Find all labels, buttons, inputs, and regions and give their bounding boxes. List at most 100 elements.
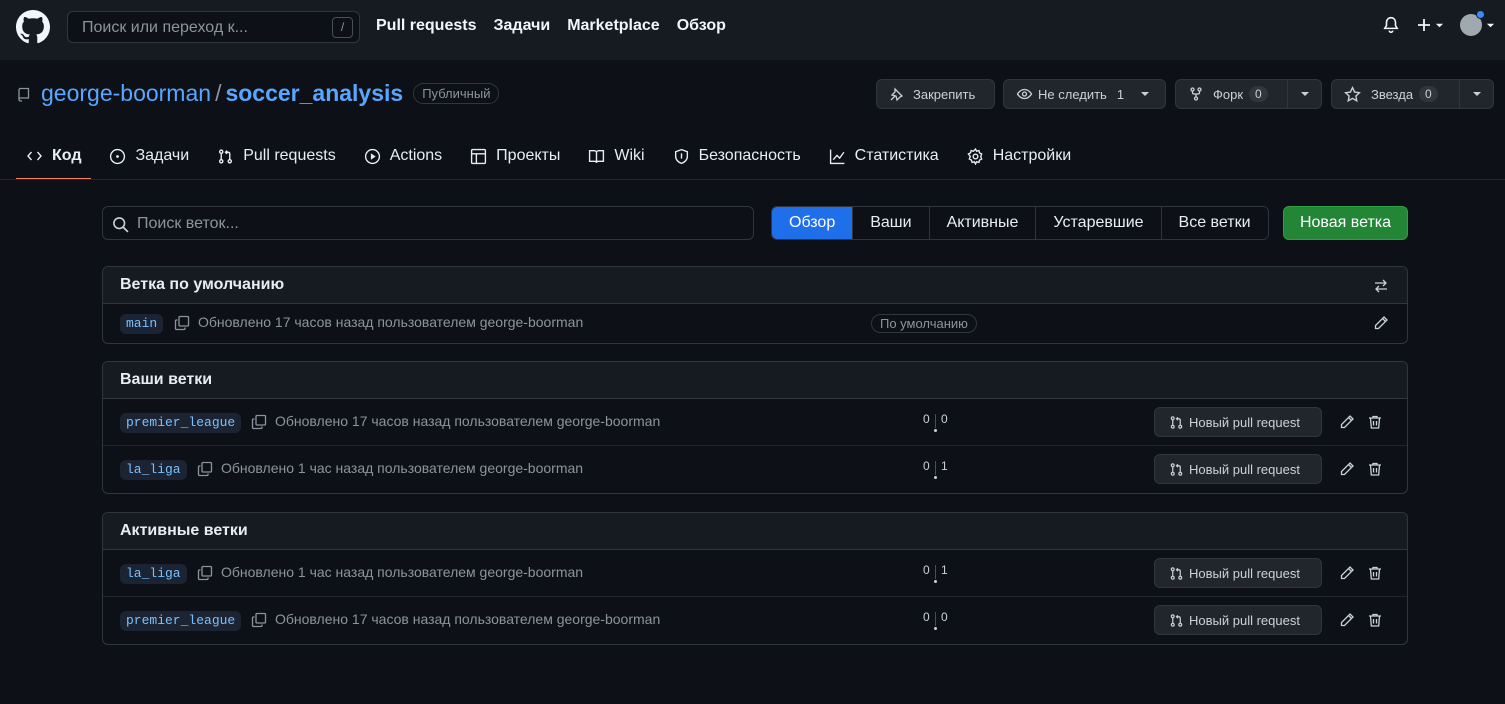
branch-row: la_liga Обновлено 1 час назад пользовате…: [103, 446, 1407, 493]
behind-count: 0: [923, 563, 930, 577]
branch-search-placeholder: Поиск веток...: [137, 215, 239, 232]
nav-issues[interactable]: Задачи: [493, 17, 550, 35]
tab-actions[interactable]: Actions: [354, 132, 452, 180]
branch-row: premier_league Обновлено 17 часов назад …: [103, 597, 1407, 644]
nav-marketplace[interactable]: Marketplace: [567, 17, 660, 35]
copy-icon[interactable]: [251, 612, 267, 628]
ahead-count: 0: [941, 412, 948, 426]
tab-issues[interactable]: Задачи: [99, 132, 199, 180]
branch-row: la_liga Обновлено 1 час назад пользовате…: [103, 550, 1407, 597]
new-pull-request-button[interactable]: Новый pull request: [1154, 605, 1322, 635]
trash-icon[interactable]: [1367, 565, 1383, 581]
ahead-count: 0: [941, 610, 948, 624]
create-new-menu[interactable]: [1416, 17, 1444, 33]
star-button[interactable]: Звезда 0: [1331, 79, 1494, 109]
branch-updated: Обновлено 17 часов назад пользователем g…: [275, 413, 661, 429]
trash-icon[interactable]: [1367, 612, 1383, 628]
watch-count: 1: [1116, 86, 1125, 102]
search-shortcut-key: /: [332, 17, 353, 38]
ahead-behind-divider: [935, 565, 936, 579]
filter-yours[interactable]: Ваши: [853, 207, 930, 239]
filter-overview[interactable]: Обзор: [772, 207, 854, 239]
tab-insights[interactable]: Статистика: [819, 132, 949, 180]
caret-down-icon: [1300, 92, 1309, 96]
branch-search-input[interactable]: Поиск веток...: [102, 206, 754, 240]
pin-button[interactable]: Закрепить: [876, 79, 995, 109]
table-icon: [471, 148, 487, 164]
repo-name-link[interactable]: soccer_analysis: [225, 80, 403, 107]
pencil-icon[interactable]: [1339, 461, 1355, 477]
ahead-behind-marker: [934, 580, 937, 583]
tab-projects[interactable]: Проекты: [460, 132, 570, 180]
tab-code[interactable]: Код: [16, 132, 92, 180]
branch-name[interactable]: premier_league: [120, 413, 242, 433]
pull-request-icon: [219, 148, 233, 164]
tab-security[interactable]: Безопасность: [663, 132, 811, 180]
ahead-behind: 0 1: [921, 459, 951, 481]
fork-dropdown[interactable]: [1287, 80, 1321, 108]
branch-filter-tabs: Обзор Ваши Активные Устаревшие Все ветки: [771, 206, 1269, 240]
filter-all[interactable]: Все ветки: [1161, 207, 1268, 239]
new-pull-request-label: Новый pull request: [1189, 565, 1300, 581]
branch-name[interactable]: main: [120, 314, 164, 334]
new-branch-button[interactable]: Новая ветка: [1283, 206, 1408, 240]
copy-icon[interactable]: [197, 565, 213, 581]
new-pull-request-button[interactable]: Новый pull request: [1154, 407, 1322, 437]
ahead-count: 1: [941, 459, 948, 473]
repo-separator: /: [215, 80, 222, 106]
pencil-icon[interactable]: [1373, 315, 1389, 331]
pencil-icon[interactable]: [1339, 414, 1355, 430]
new-pull-request-label: Новый pull request: [1189, 414, 1300, 430]
nav-divider: [0, 179, 1505, 180]
tab-settings[interactable]: Настройки: [957, 132, 1081, 180]
nav-explore[interactable]: Обзор: [677, 17, 726, 35]
filter-active[interactable]: Активные: [929, 207, 1037, 239]
new-pull-request-button[interactable]: Новый pull request: [1154, 558, 1322, 588]
eye-icon: [1016, 88, 1033, 100]
tab-pull-requests[interactable]: Pull requests: [207, 132, 346, 180]
fork-label: Форк: [1213, 86, 1244, 102]
copy-icon[interactable]: [174, 315, 190, 331]
trash-icon[interactable]: [1367, 461, 1383, 477]
tab-label: Проекты: [496, 147, 561, 164]
pencil-icon[interactable]: [1339, 565, 1355, 581]
graph-icon: [829, 149, 845, 164]
default-branch-section: Ветка по умолчанию main Обновлено 17 час…: [102, 266, 1408, 344]
bell-icon[interactable]: [1382, 16, 1400, 34]
code-icon: [27, 151, 42, 161]
pencil-icon[interactable]: [1339, 612, 1355, 628]
star-dropdown[interactable]: [1459, 80, 1493, 108]
ahead-behind-divider: [935, 461, 936, 475]
switch-arrows-icon[interactable]: [1373, 278, 1389, 294]
global-search-input[interactable]: Поиск или переход к... /: [67, 11, 360, 43]
filter-stale[interactable]: Устаревшие: [1036, 207, 1162, 239]
tab-label: Код: [52, 147, 82, 164]
copy-icon[interactable]: [251, 414, 267, 430]
your-branches-section: Ваши ветки premier_league Обновлено 17 ч…: [102, 361, 1408, 494]
branch-updated: Обновлено 17 часов назад пользователем g…: [198, 314, 584, 330]
copy-icon[interactable]: [197, 461, 213, 477]
ahead-behind-marker: [934, 627, 937, 630]
tab-wiki[interactable]: Wiki: [578, 132, 654, 180]
user-menu[interactable]: [1460, 10, 1495, 36]
caret-down-icon: [1435, 23, 1444, 27]
branch-name[interactable]: premier_league: [120, 611, 242, 631]
tab-label: Статистика: [854, 147, 939, 164]
trash-icon[interactable]: [1367, 414, 1383, 430]
ahead-behind: 0 0: [921, 412, 951, 434]
fork-button[interactable]: Форк 0: [1175, 79, 1322, 109]
repo-owner-link[interactable]: george-boorman: [41, 80, 211, 107]
new-pull-request-button[interactable]: Новый pull request: [1154, 454, 1322, 484]
star-icon: [1344, 85, 1361, 102]
watch-button[interactable]: Не следить 1: [1003, 79, 1166, 109]
tab-label: Безопасность: [698, 147, 801, 164]
section-title: Ваши ветки: [120, 371, 213, 388]
behind-count: 0: [923, 459, 930, 473]
nav-pull-requests[interactable]: Pull requests: [376, 17, 476, 35]
branch-name[interactable]: la_liga: [120, 564, 187, 584]
ahead-behind-marker: [934, 429, 937, 432]
github-logo-icon[interactable]: [16, 10, 50, 44]
star-count: 0: [1419, 86, 1438, 102]
branch-name[interactable]: la_liga: [120, 460, 187, 480]
new-pull-request-label: Новый pull request: [1189, 612, 1300, 628]
